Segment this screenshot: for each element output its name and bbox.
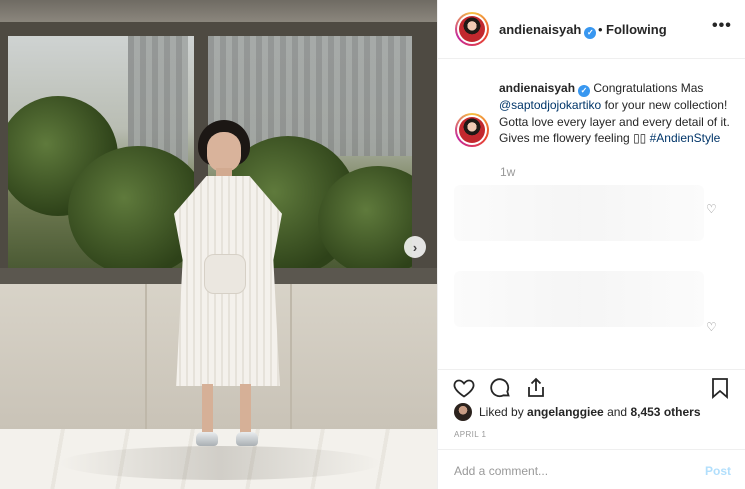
chevron-right-icon[interactable]: ›	[404, 236, 426, 258]
post-photo[interactable]: ›	[0, 0, 437, 489]
comment-placeholder	[454, 271, 704, 327]
heart-icon[interactable]	[452, 376, 478, 402]
likes-user-link[interactable]: angelanggiee	[527, 405, 604, 419]
photo-wall-seam	[145, 284, 147, 429]
person-leg	[202, 384, 213, 436]
likes-text: Liked by angelanggiee and 8,453 others	[479, 405, 701, 419]
bookmark-icon[interactable]	[708, 376, 734, 402]
caption-username[interactable]: andienaisyah	[499, 81, 575, 95]
avatar[interactable]	[454, 403, 472, 421]
post-date: APRIL 1	[454, 430, 487, 439]
heart-icon[interactable]: ♡	[706, 203, 718, 215]
person-shoe	[196, 432, 218, 446]
heart-icon[interactable]: ♡	[706, 321, 718, 333]
comment-icon[interactable]	[488, 376, 514, 402]
post-header: andienaisyah ✓ • Following •••	[438, 0, 745, 59]
caption-text: andienaisyah ✓ Congratulations Mas @sapto…	[499, 80, 735, 147]
caption-mention-link[interactable]: @saptodjojokartiko	[499, 98, 601, 112]
person-face	[207, 132, 241, 172]
more-options-icon[interactable]: •••	[712, 17, 732, 35]
photo-person	[160, 120, 290, 480]
photo-ceiling	[0, 0, 437, 22]
photo-wall-seam	[290, 284, 292, 429]
person-leg	[240, 384, 251, 436]
caption-hashtag-link[interactable]: #AndienStyle	[650, 131, 721, 145]
post-side-panel: andienaisyah ✓ • Following ••• andienaisy…	[437, 0, 745, 489]
person-shoe	[236, 432, 258, 446]
caption-timestamp: 1w	[500, 165, 516, 179]
person-bag	[204, 254, 246, 294]
caption-body-start: Congratulations Mas	[593, 81, 704, 95]
likes-middle: and	[607, 405, 628, 419]
header-username[interactable]: andienaisyah	[499, 22, 581, 37]
following-button[interactable]: Following	[606, 22, 667, 37]
header-username-wrap: andienaisyah ✓	[499, 22, 597, 39]
header-separator: •	[598, 22, 603, 37]
verified-badge-icon: ✓	[578, 85, 591, 98]
avatar[interactable]	[455, 113, 489, 147]
comment-input[interactable]: Add a comment...	[454, 464, 684, 480]
likes-prefix: Liked by	[479, 405, 524, 419]
post-button[interactable]: Post	[705, 464, 731, 478]
share-icon[interactable]	[524, 376, 550, 402]
avatar[interactable]	[455, 12, 489, 46]
caption-section: andienaisyah ✓ Congratulations Mas @sapto…	[438, 59, 745, 369]
add-comment-bar: Add a comment... Post	[438, 449, 745, 489]
verified-badge-icon: ✓	[584, 26, 597, 39]
comment-placeholder	[454, 185, 704, 241]
likes-count-link[interactable]: 8,453 others	[630, 405, 700, 419]
likes-summary: Liked by angelanggiee and 8,453 others	[454, 403, 734, 421]
caption-emoji: ▯▯	[633, 131, 647, 146]
